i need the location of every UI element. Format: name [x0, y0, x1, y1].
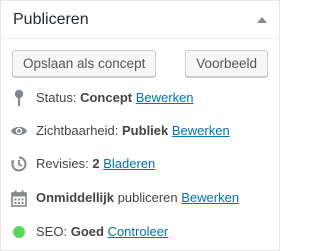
- calendar-icon: [10, 189, 28, 207]
- visibility-row: Zichtbaarheid: Publiek Bewerken: [1, 120, 279, 142]
- eye-icon: [10, 122, 28, 140]
- pin-icon: [10, 89, 28, 107]
- seo-label: SEO:: [36, 224, 68, 239]
- status-label: Status:: [36, 90, 77, 105]
- visibility-label: Zichtbaarheid:: [36, 123, 119, 138]
- seo-value: Goed: [70, 224, 104, 239]
- action-buttons: Opslaan als concept Voorbeeld: [12, 50, 268, 77]
- panel-header[interactable]: Publiceren: [1, 1, 279, 39]
- save-draft-button[interactable]: Opslaan als concept: [12, 50, 157, 77]
- panel-title: Publiceren: [13, 10, 89, 28]
- visibility-edit-link[interactable]: Bewerken: [172, 123, 230, 138]
- preview-button[interactable]: Voorbeeld: [185, 50, 268, 77]
- visibility-value: Publiek: [122, 123, 169, 138]
- revisions-browse-link[interactable]: Bladeren: [103, 156, 155, 171]
- revisions-label: Revisies:: [36, 156, 89, 171]
- revisions-row: Revisies: 2 Bladeren: [1, 153, 279, 175]
- revisions-count: 2: [92, 156, 100, 171]
- status-value: Concept: [80, 90, 133, 105]
- schedule-label: publiceren: [117, 190, 178, 205]
- seo-row: SEO: Goed Controleer: [1, 221, 279, 243]
- history-icon: [10, 155, 28, 173]
- status-row: Status: Concept Bewerken: [1, 87, 279, 109]
- schedule-row: Onmiddellijk publiceren Bewerken: [1, 187, 279, 209]
- seo-check-link[interactable]: Controleer: [108, 224, 169, 239]
- schedule-edit-link[interactable]: Bewerken: [181, 190, 239, 205]
- publish-panel: Publiceren Opslaan als concept Voorbeeld…: [0, 0, 280, 251]
- seo-indicator: [13, 226, 25, 238]
- status-edit-link[interactable]: Bewerken: [136, 90, 194, 105]
- collapse-arrow-icon[interactable]: [257, 16, 267, 23]
- seo-status-dot-icon: [10, 223, 28, 241]
- schedule-value: Onmiddellijk: [36, 190, 115, 205]
